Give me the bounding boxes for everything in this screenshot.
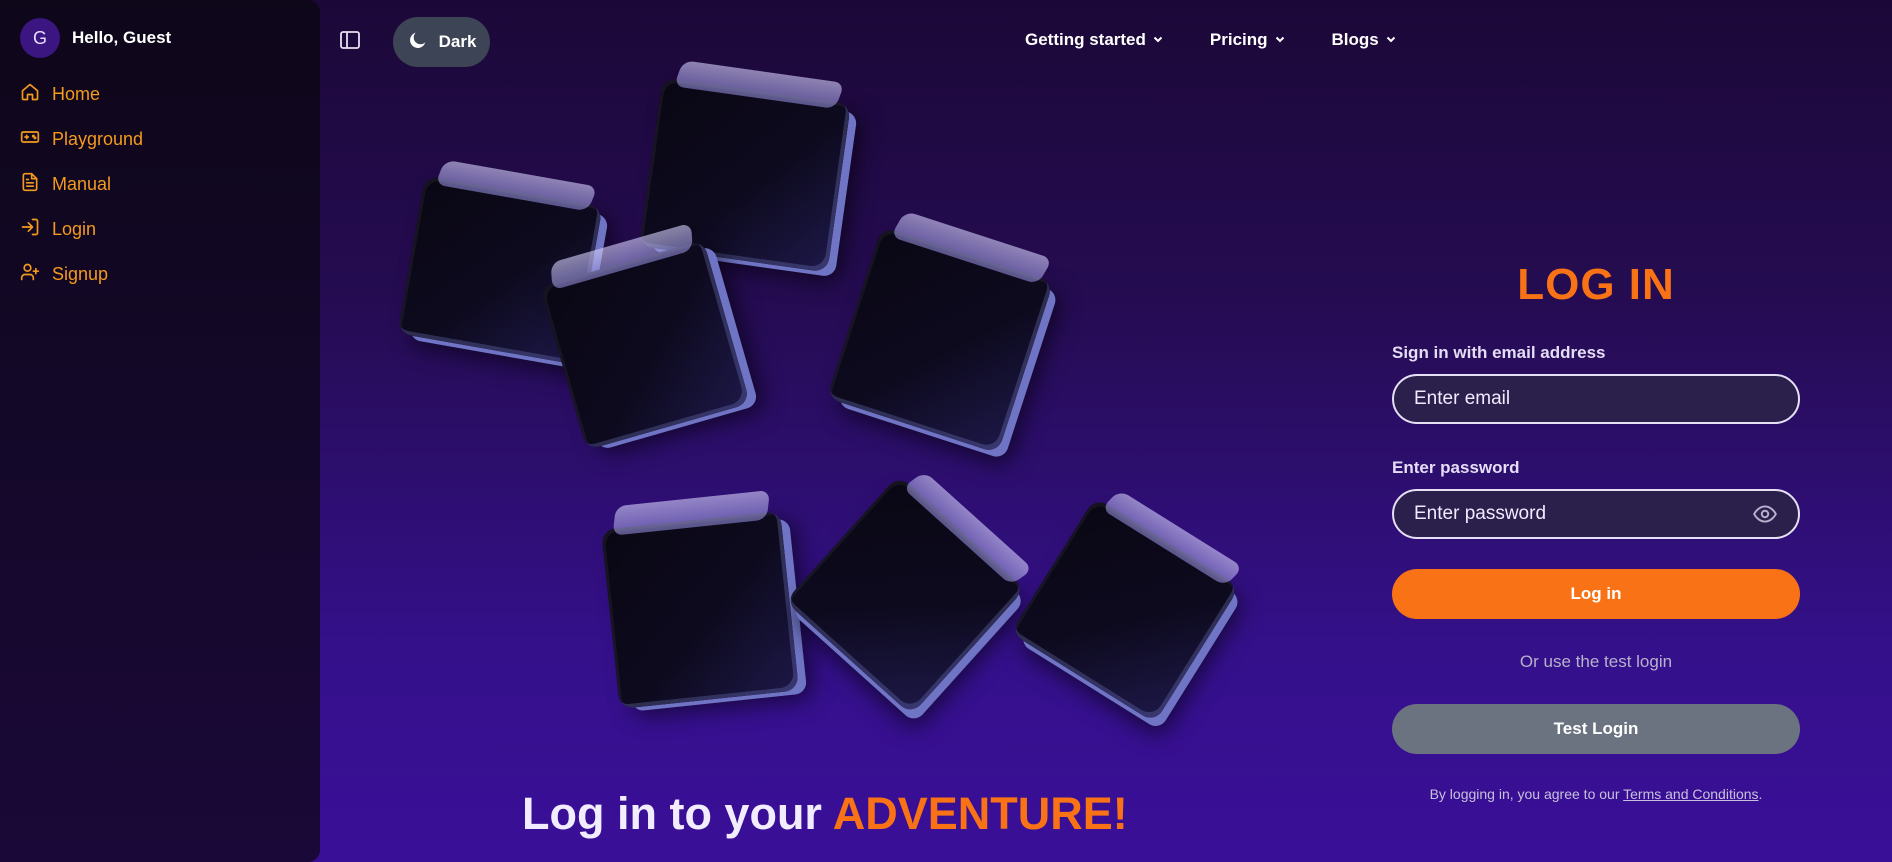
- login-icon: [20, 217, 40, 242]
- sidebar-item-home[interactable]: Home: [20, 72, 300, 117]
- email-field[interactable]: [1414, 388, 1778, 410]
- login-title: LOG IN: [1517, 260, 1675, 309]
- avatar[interactable]: G: [20, 18, 60, 58]
- user-header: G Hello, Guest: [20, 18, 300, 58]
- sidebar-item-label: Playground: [52, 129, 144, 149]
- sidebar-item-playground[interactable]: Playground: [20, 117, 300, 162]
- password-field-wrapper: [1392, 489, 1800, 539]
- theme-toggle-button[interactable]: Dark: [393, 17, 490, 67]
- terms-notice: By logging in, you agree to our Terms an…: [1392, 786, 1800, 802]
- cube-graphic: [601, 511, 799, 709]
- greeting-text: Hello, Guest: [72, 28, 172, 47]
- document-icon: [20, 172, 40, 197]
- gamepad-icon: [20, 127, 40, 152]
- sidebar-item-login[interactable]: Login: [20, 207, 300, 252]
- cube-graphic: [1010, 497, 1240, 723]
- password-label: Enter password: [1392, 458, 1520, 477]
- terms-link[interactable]: Terms and Conditions: [1623, 786, 1758, 802]
- sidebar-item-signup[interactable]: Signup: [20, 252, 300, 297]
- chevron-down-icon: [1152, 30, 1164, 50]
- hero-accent: ADVENTURE!: [832, 788, 1128, 839]
- login-button[interactable]: Log in: [1392, 569, 1800, 619]
- sidebar-toggle-icon[interactable]: [338, 28, 362, 52]
- cube-graphic: [784, 474, 1026, 716]
- cubes-illustration: [380, 70, 1260, 740]
- test-login-button[interactable]: Test Login: [1392, 704, 1800, 754]
- nav-label: Pricing: [1209, 30, 1268, 49]
- sidebar: G Hello, Guest Home Playground Manual Lo…: [0, 0, 320, 862]
- nav-label: Blogs: [1331, 30, 1379, 49]
- sidebar-item-label: Manual: [52, 174, 112, 194]
- email-field-wrapper: [1392, 374, 1800, 424]
- nav-blogs[interactable]: Blogs: [1332, 30, 1397, 50]
- password-field[interactable]: [1414, 503, 1752, 525]
- app-root: G Hello, Guest Home Playground Manual Lo…: [0, 0, 1892, 862]
- user-plus-icon: [20, 262, 40, 287]
- cube-graphic: [539, 239, 751, 451]
- home-icon: [20, 82, 40, 107]
- sidebar-item-label: Home: [52, 84, 101, 104]
- theme-label: Dark: [438, 32, 477, 51]
- moon-icon: [407, 29, 429, 56]
- terms-suffix: .: [1758, 786, 1763, 802]
- nav-getting-started[interactable]: Getting started: [1025, 30, 1164, 50]
- eye-icon[interactable]: [1752, 501, 1778, 527]
- nav-label: Getting started: [1025, 30, 1146, 49]
- nav-pricing[interactable]: Pricing: [1210, 30, 1286, 50]
- sidebar-item-label: Signup: [52, 264, 109, 284]
- hero-heading: Log in to your ADVENTURE!: [522, 788, 1128, 840]
- test-login-hint: Or use the test login: [1519, 652, 1673, 671]
- sidebar-item-manual[interactable]: Manual: [20, 162, 300, 207]
- top-navigation: Getting started Pricing Blogs: [1025, 30, 1397, 50]
- cube-graphic: [826, 226, 1054, 454]
- sidebar-item-label: Login: [52, 219, 97, 239]
- email-label: Sign in with email address: [1392, 343, 1606, 362]
- chevron-down-icon: [1274, 30, 1286, 50]
- chevron-down-icon: [1385, 30, 1397, 50]
- hero-prefix: Log in to your: [522, 788, 833, 839]
- terms-prefix: By logging in, you agree to our: [1429, 786, 1624, 802]
